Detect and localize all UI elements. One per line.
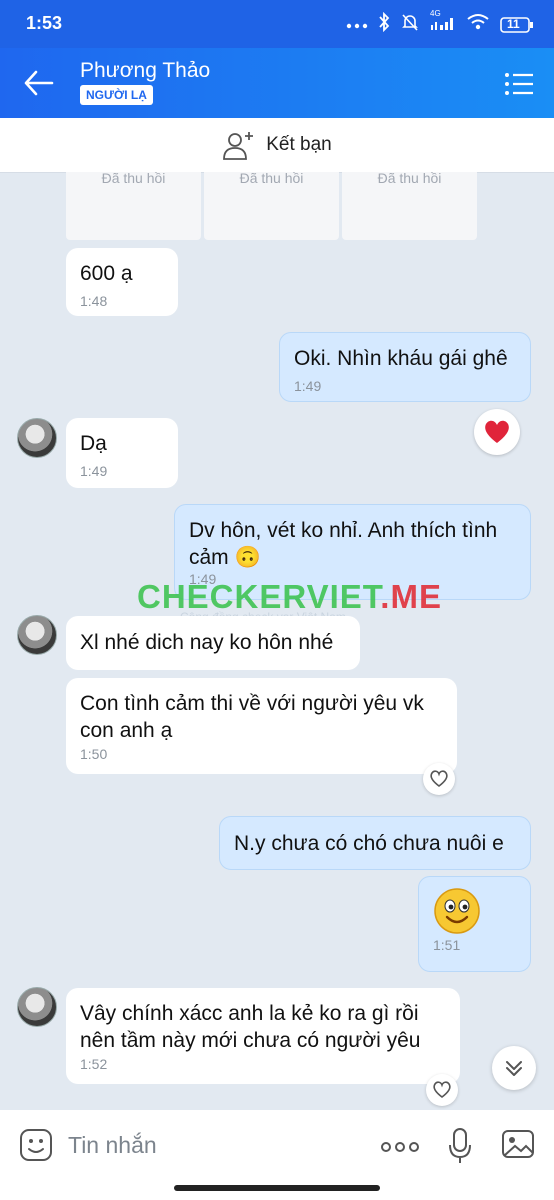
microphone-icon: [449, 1128, 471, 1163]
message-time: 1:49: [80, 463, 108, 479]
network-label: 4G: [430, 9, 441, 18]
bluetooth-icon: [378, 11, 390, 37]
message-time: 1:51: [433, 937, 461, 953]
message-input[interactable]: [66, 1126, 370, 1164]
like-button[interactable]: [426, 1074, 458, 1106]
sticker-icon: [20, 1129, 52, 1161]
heart-icon: [485, 420, 509, 443]
recalled-file[interactable]: Đã thu hồi: [66, 172, 201, 240]
back-button[interactable]: [22, 68, 56, 98]
dots-icon: [346, 16, 368, 34]
status-icons: 4G 11: [346, 9, 534, 37]
file-label: Đã thu hồi: [101, 172, 166, 186]
mute-icon: [400, 12, 420, 37]
message-bubble[interactable]: Xl nhé dich nay ko hôn nhé: [66, 616, 360, 670]
status-bar: 1:53 4G 11: [0, 0, 554, 48]
message-time: 1:49: [294, 378, 322, 394]
message-bubble[interactable]: 600 ạ 1:48: [66, 248, 178, 316]
stranger-badge: NGƯỜI LẠ: [80, 85, 153, 105]
message-bubble[interactable]: Dạ 1:49: [66, 418, 178, 488]
watermark-suffix: .ME: [380, 578, 442, 615]
message-text: Dv hôn, vét ko nhỉ. Anh thích tình cảm 🙃: [189, 519, 498, 569]
avatar[interactable]: [17, 615, 57, 655]
smile-emoji-icon: [433, 887, 481, 935]
chat-header: Phương Thảo NGƯỜI LẠ: [0, 48, 554, 118]
back-arrow-icon: [24, 70, 54, 96]
home-indicator[interactable]: [174, 1185, 380, 1191]
file-label: Đã thu hồi: [377, 172, 442, 186]
add-friend-button[interactable]: Kết bạn: [0, 118, 554, 173]
message-bubble[interactable]: Oki. Nhìn kháu gái ghê 1:49: [279, 332, 531, 402]
double-chevron-down-icon: [506, 1061, 522, 1076]
sticker-button[interactable]: [19, 1128, 53, 1167]
add-friend-label: Kết bạn: [266, 134, 332, 155]
recalled-file[interactable]: Đã thu hồi: [342, 172, 477, 240]
message-time: 1:50: [80, 746, 108, 762]
message-time: 1:52: [80, 1056, 108, 1072]
message-text: Vây chính xácc anh la kẻ ko ra gì rồi nê…: [80, 1002, 421, 1052]
add-user-icon: [223, 132, 254, 160]
status-time: 1:53: [26, 13, 63, 33]
message-bubble[interactable]: Vây chính xácc anh la kẻ ko ra gì rồi nê…: [66, 988, 460, 1084]
more-dots-icon: [381, 1142, 419, 1152]
message-text: Oki. Nhìn kháu gái ghê: [294, 347, 508, 370]
message-text: Dạ: [80, 432, 107, 455]
avatar[interactable]: [17, 987, 57, 1027]
image-button[interactable]: [501, 1129, 535, 1164]
heart-reaction[interactable]: [474, 409, 520, 455]
message-text: Con tình cảm thi về với người yêu vk con…: [80, 692, 424, 742]
battery-level: 11: [507, 16, 520, 31]
contact-name[interactable]: Phương Thảo: [80, 59, 210, 83]
list-menu-icon: [505, 73, 533, 95]
message-text: 600 ạ: [80, 262, 133, 285]
menu-button[interactable]: [504, 72, 534, 96]
message-bubble[interactable]: N.y chưa có chó chưa nuôi e: [219, 816, 531, 870]
recalled-files: Đã thu hồi Đã thu hồi Đã thu hồi: [66, 172, 477, 240]
heart-outline-icon: [430, 770, 448, 788]
more-options-button[interactable]: [380, 1140, 420, 1158]
avatar[interactable]: [17, 418, 57, 458]
chat-area[interactable]: Đã thu hồi Đã thu hồi Đã thu hồi 600 ạ 1…: [0, 172, 554, 1110]
recalled-file[interactable]: Đã thu hồi: [204, 172, 339, 240]
message-time: 1:48: [80, 293, 108, 309]
message-text: Xl nhé dich nay ko hôn nhé: [80, 631, 334, 654]
message-bubble[interactable]: Con tình cảm thi về với người yêu vk con…: [66, 678, 457, 774]
message-bubble[interactable]: 1:51: [418, 876, 531, 972]
message-text: N.y chưa có chó chưa nuôi e: [234, 832, 504, 855]
voice-button[interactable]: [448, 1127, 472, 1170]
image-icon: [502, 1130, 534, 1158]
heart-outline-icon: [433, 1081, 451, 1099]
file-label: Đã thu hồi: [239, 172, 304, 186]
wifi-icon: [466, 13, 490, 36]
like-button[interactable]: [423, 763, 455, 795]
signal-icon: 4G: [430, 9, 456, 36]
scroll-down-button[interactable]: [492, 1046, 536, 1090]
battery-icon: 11: [500, 16, 534, 34]
